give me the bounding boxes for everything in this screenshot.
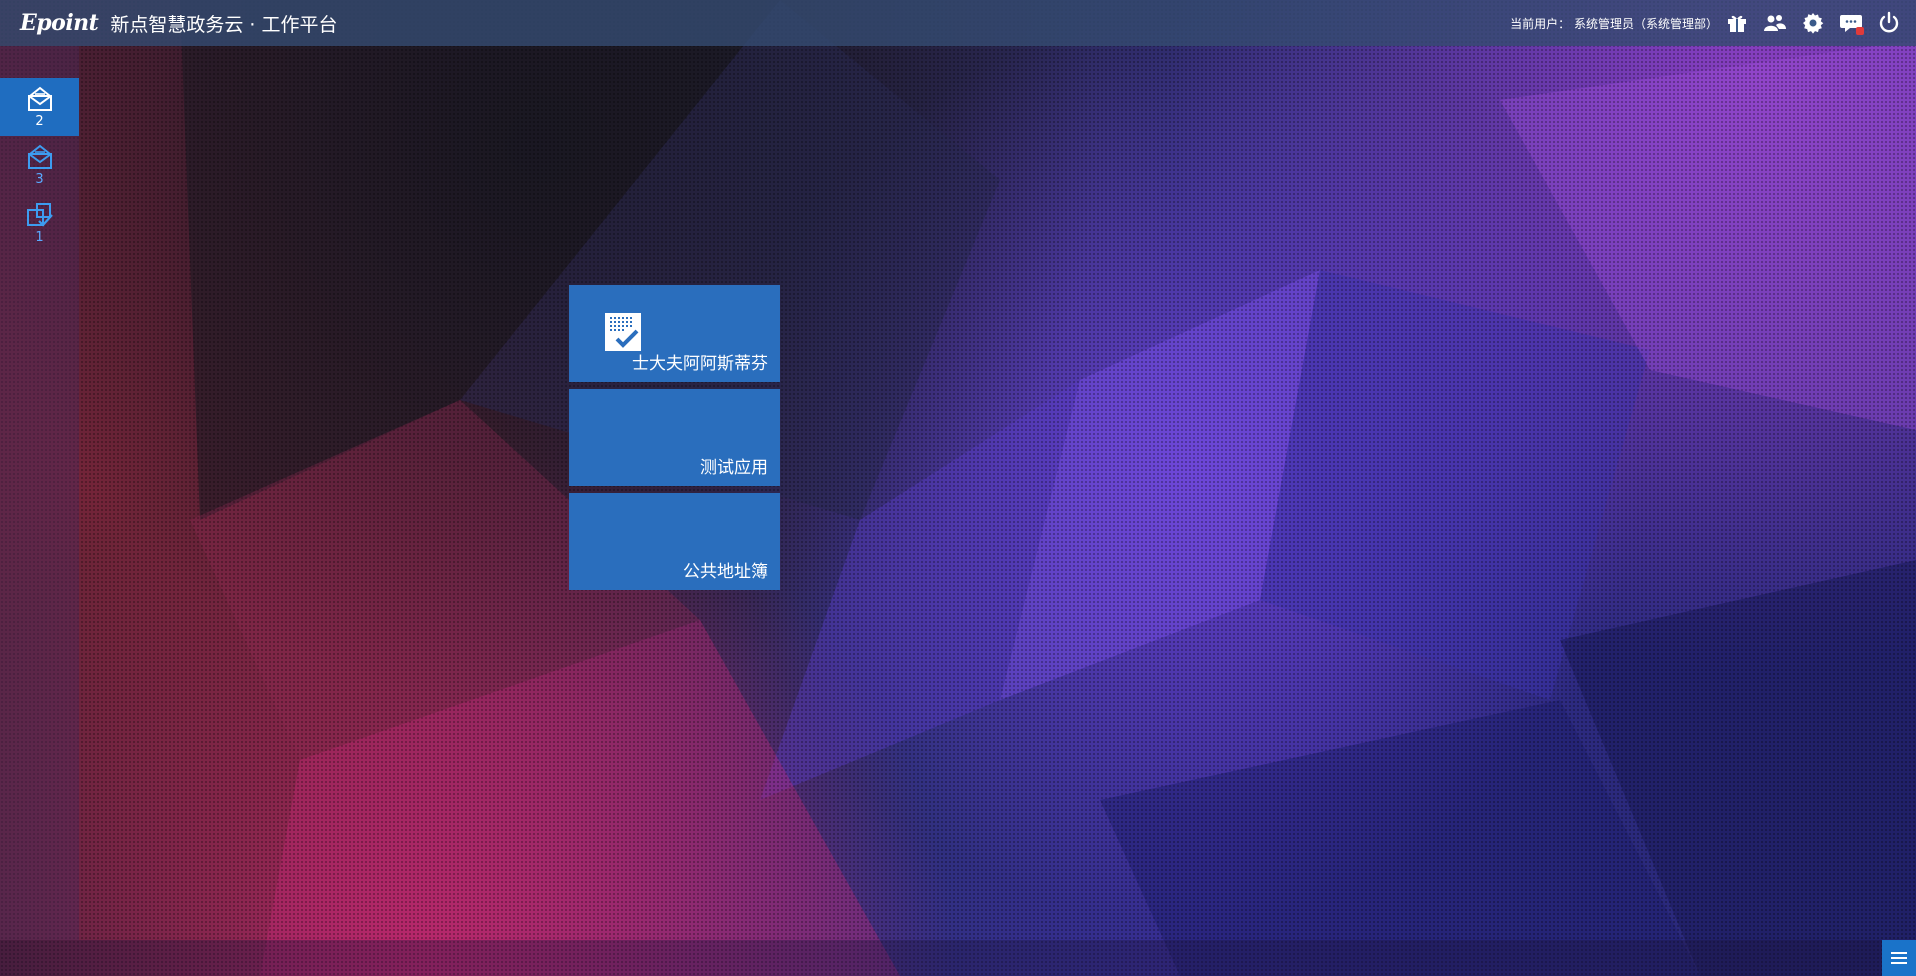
current-user-label: 当前用户： 系统管理员（系统管理部） — [1510, 17, 1718, 31]
tile-app-2[interactable]: 测试应用 — [569, 389, 780, 486]
top-bar: Epoint 新点智慧政务云 · 工作平台 当前用户： 系统管理员（系统管理部） — [0, 0, 1916, 46]
tile-app-1[interactable]: 士大夫阿阿斯蒂芬 — [569, 285, 780, 382]
tile-label: 公共地址簿 — [683, 562, 768, 582]
tile-app-3[interactable]: 公共地址簿 — [569, 493, 780, 590]
hamburger-menu-icon — [1891, 952, 1907, 964]
tile-label: 士大夫阿阿斯蒂芬 — [632, 354, 768, 374]
settings-gear-icon[interactable] — [1800, 10, 1826, 36]
power-icon[interactable] — [1876, 10, 1902, 36]
users-icon[interactable] — [1762, 10, 1788, 36]
background — [0, 0, 1916, 976]
header-toolbar — [1724, 10, 1902, 36]
mail-count: 3 — [35, 172, 44, 187]
sidebar-item-tasks[interactable]: 1 — [0, 194, 79, 252]
tile-label: 测试应用 — [700, 458, 768, 478]
gift-icon[interactable] — [1724, 10, 1750, 36]
mail-envelope-icon — [27, 144, 52, 169]
sidebar-item-inbox[interactable]: 2 — [0, 78, 79, 136]
task-count: 1 — [35, 230, 44, 245]
left-sidebar: 2 3 1 — [0, 46, 79, 940]
task-check-icon — [26, 203, 53, 227]
menu-button[interactable] — [1882, 940, 1916, 976]
app-title: 新点智慧政务云 · 工作平台 — [110, 13, 338, 36]
inbox-mail-icon — [27, 86, 52, 111]
sidebar-item-mail[interactable]: 3 — [0, 136, 79, 194]
epoint-logo: Epoint — [20, 10, 99, 36]
inbox-count: 2 — [35, 114, 44, 129]
notification-badge — [1856, 27, 1864, 35]
calendar-check-icon — [605, 313, 641, 351]
bottom-bar — [0, 940, 1916, 976]
message-icon[interactable] — [1838, 10, 1864, 36]
